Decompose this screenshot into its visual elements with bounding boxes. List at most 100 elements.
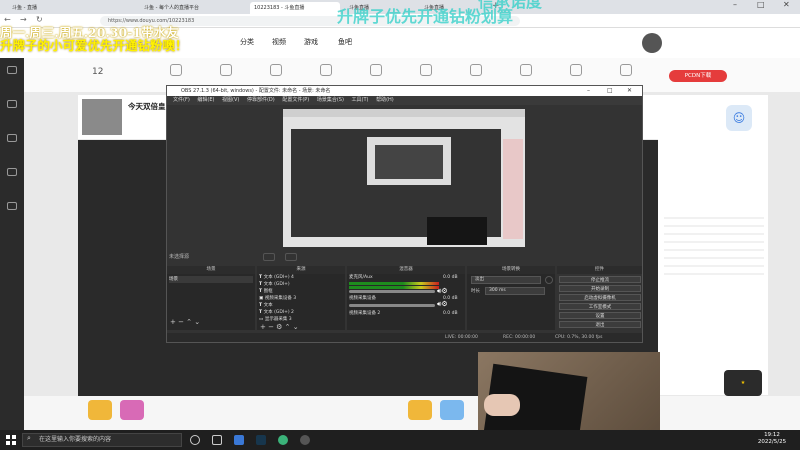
source-item[interactable]: T 图框 <box>259 288 273 295</box>
category-icon <box>570 64 582 76</box>
transitions-dock: 淡出 时长 300 ms <box>467 274 555 330</box>
cpu-fps: CPU: 0.7%, 30.00 fps <box>555 335 603 340</box>
obs-menu-tools[interactable]: 工具(T) <box>352 97 369 103</box>
scene-item[interactable]: 场景 <box>169 276 253 283</box>
volume-slider[interactable] <box>349 290 435 293</box>
streamer-avatar[interactable] <box>82 99 122 135</box>
schedule-overlay: 周一.周三.周五.20.30-1带水友 升牌子的小可爱优先开通钻粉噢！ <box>0 2 240 52</box>
avatar[interactable] <box>642 33 662 53</box>
scenes-dock: 场景 + − ⌃ ⌄ <box>167 274 255 330</box>
room-title: 今天双倍皇 <box>128 102 166 111</box>
task-view-icon[interactable] <box>212 435 222 445</box>
window-controls[interactable]: – □ ✕ <box>725 0 800 14</box>
exit-button[interactable]: 退出 <box>559 321 641 328</box>
controls-dock-header: 控件 <box>557 266 642 274</box>
top-overlay: 信承诺度 升牌子优先开通钻粉划算 <box>275 0 575 25</box>
game-badge-icon[interactable]: ★ <box>724 370 762 396</box>
gift-icon[interactable] <box>120 400 144 420</box>
store-icon[interactable] <box>234 435 244 445</box>
volume-slider[interactable] <box>349 304 435 307</box>
sidebar-item[interactable] <box>2 64 22 84</box>
mixer-dock-header: 混音器 <box>347 266 465 274</box>
minimize-icon[interactable]: – <box>733 0 737 9</box>
category-icon <box>520 64 532 76</box>
obs-menu-scene-collection[interactable]: 场景集合(S) <box>317 97 344 103</box>
schedule-line-2: 升牌子的小可爱优先开通钻粉噢！ <box>0 37 188 53</box>
nav-fishball[interactable]: 鱼吧 <box>338 37 352 47</box>
obs-menu-edit[interactable]: 编辑(E) <box>197 97 214 103</box>
chat-messages <box>664 211 764 281</box>
settings-button[interactable]: 设置 <box>559 312 641 319</box>
steam-icon[interactable] <box>256 435 266 445</box>
video-icon <box>7 168 17 176</box>
system-clock[interactable]: 19:12 2022/5/25 <box>748 432 796 446</box>
close-icon[interactable]: ✕ <box>783 0 790 9</box>
stop-streaming-button[interactable]: 停止推流 <box>559 276 641 283</box>
search-icon: ⌕ <box>27 434 31 442</box>
sources-dock-header: 来源 <box>257 266 345 274</box>
taskbar-search[interactable]: 在这里输入你要搜索的内容 <box>22 433 182 447</box>
nav-game[interactable]: 游戏 <box>304 37 318 47</box>
chat-panel: ☺ <box>658 95 768 395</box>
transition-settings-icon[interactable] <box>545 276 553 284</box>
obs-menu-help[interactable]: 帮助(H) <box>376 97 394 103</box>
category-icon <box>270 64 282 76</box>
obs-preview[interactable] <box>283 109 525 247</box>
sidebar-item[interactable] <box>2 200 22 220</box>
properties-gear-icon[interactable] <box>263 253 275 261</box>
source-item[interactable]: T 文本 (GDI+) 4 <box>259 274 294 281</box>
clock-time: 19:12 <box>764 432 780 438</box>
category-icon <box>470 64 482 76</box>
audio-meter <box>349 286 439 289</box>
rec-time: REC: 00:00:00 <box>503 335 536 340</box>
cortana-icon[interactable] <box>190 435 200 445</box>
filters-icon[interactable] <box>285 253 297 261</box>
preview-capture <box>283 109 525 247</box>
source-item[interactable]: T 文本 <box>259 302 273 309</box>
source-item[interactable]: ▣ 视频采集设备 3 <box>259 295 296 302</box>
category-icon <box>370 64 382 76</box>
scene-add-remove-controls[interactable]: + − ⌃ ⌄ <box>170 318 200 326</box>
obs-title-bar: OBS 27.1.3 (64-bit, windows) - 配置文件: 未命名… <box>167 86 642 96</box>
pcdn-button[interactable]: PCDN下载 <box>669 70 727 82</box>
mascot-icon: ☺ <box>726 105 752 131</box>
site-sidebar <box>0 58 24 430</box>
maximize-icon[interactable]: □ <box>757 0 765 9</box>
gift-icon[interactable] <box>440 400 464 420</box>
mixer-dock: 麦克风/Aux 0.0 dB 🔊︎⚙ 视频采集设备 0.0 dB 🔊︎⚙ 视频采集设… <box>347 274 465 330</box>
start-recording-button[interactable]: 开始录制 <box>559 285 641 292</box>
speaker-icon[interactable]: 🔊︎⚙ <box>437 300 448 309</box>
obs-minimize-icon[interactable]: – <box>587 86 590 96</box>
obs-menu-view[interactable]: 视图(V) <box>222 97 239 103</box>
obs-title: OBS 27.1.3 (64-bit, windows) - 配置文件: 未命名… <box>181 88 331 94</box>
start-icon[interactable] <box>6 435 16 445</box>
scenes-dock-header: 场景 <box>167 266 255 274</box>
obs-menu-bar: 文件(F) 编辑(E) 视图(V) 停靠部件(D) 配置文件(P) 场景集合(S… <box>167 96 642 105</box>
obs-icon[interactable] <box>300 435 310 445</box>
edge-icon[interactable] <box>278 435 288 445</box>
studio-mode-button[interactable]: 工作室模式 <box>559 303 641 310</box>
nav-video[interactable]: 视频 <box>272 37 286 47</box>
obs-menu-file[interactable]: 文件(F) <box>173 97 190 103</box>
sources-dock: T 文本 (GDI+) 4 T 文本 (GDI+) T 图框 ▣ 视频采集设备 … <box>257 274 345 331</box>
gift-icon[interactable] <box>408 400 432 420</box>
obs-menu-docks[interactable]: 停靠部件(D) <box>247 97 275 103</box>
category-icon <box>420 64 432 76</box>
source-item[interactable]: T 文本 (GDI+) <box>259 281 290 288</box>
source-add-remove-controls[interactable]: + − ⚙ ⌃ ⌄ <box>260 323 299 331</box>
gift-icon[interactable] <box>88 400 112 420</box>
bookmark-icon <box>7 202 17 210</box>
source-item[interactable]: ▭ 显示器采集 3 <box>259 316 292 323</box>
transition-select[interactable]: 淡出 <box>471 276 541 284</box>
duration-input[interactable]: 300 ms <box>485 287 545 295</box>
obs-close-icon[interactable]: ✕ <box>627 86 632 96</box>
source-item[interactable]: T 文本 (GDI+) 2 <box>259 309 294 316</box>
sidebar-item[interactable] <box>2 132 22 152</box>
sidebar-item[interactable] <box>2 98 22 118</box>
obs-menu-profile[interactable]: 配置文件(P) <box>282 97 309 103</box>
sidebar-item[interactable] <box>2 166 22 186</box>
nav-category[interactable]: 分类 <box>240 37 254 47</box>
virtual-camera-button[interactable]: 启动虚拟摄像机 <box>559 294 641 301</box>
home-icon <box>7 66 17 74</box>
obs-maximize-icon[interactable]: □ <box>607 86 613 96</box>
